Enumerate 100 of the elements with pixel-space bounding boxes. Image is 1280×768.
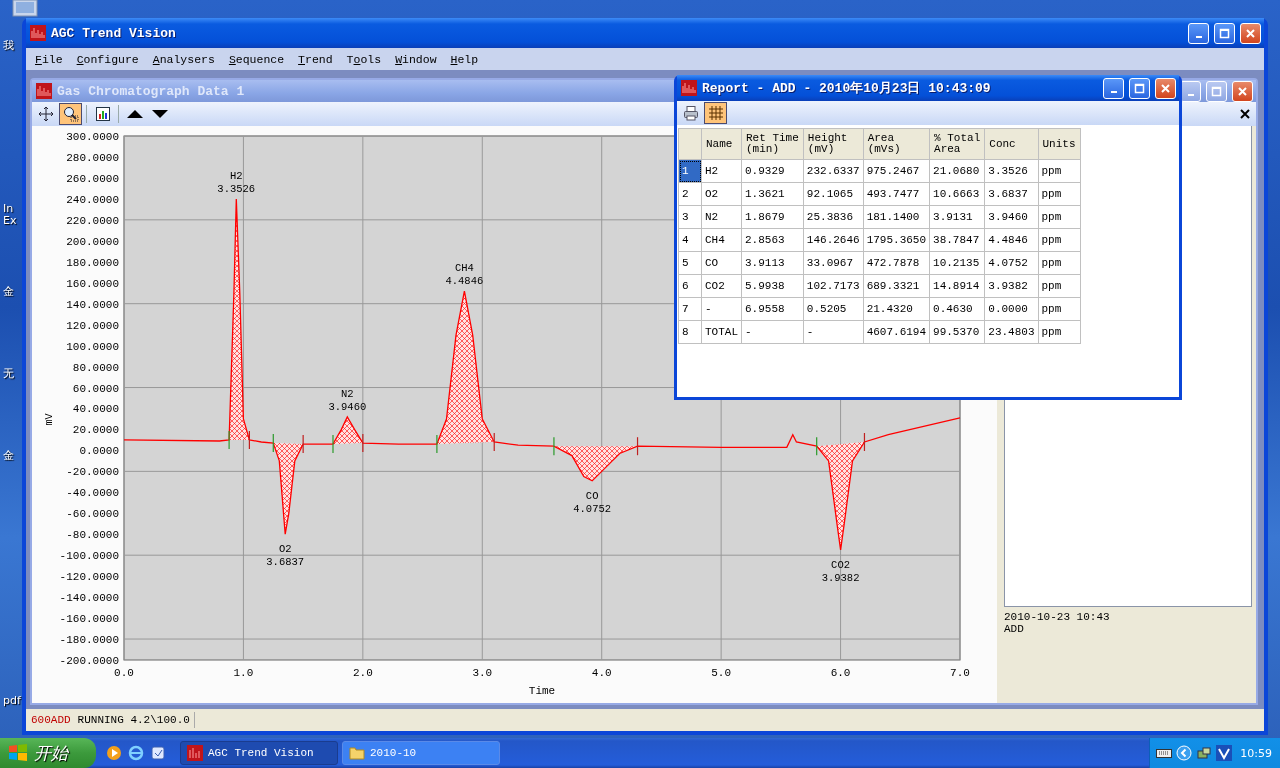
table-cell: 10.6663 (929, 182, 985, 206)
table-cell: 102.7173 (803, 274, 864, 298)
y-tick-label: 60.0000 (72, 382, 119, 395)
row-number[interactable]: 8 (678, 320, 702, 344)
taskbar-button[interactable]: AGC Trend Vision (180, 741, 338, 765)
table-cell: 975.2467 (863, 159, 930, 183)
up-triangle-icon (126, 109, 143, 119)
close-button[interactable] (1232, 80, 1253, 102)
app-logo-icon (36, 83, 52, 99)
menu-item[interactable]: Analysers (145, 52, 222, 66)
menu-item[interactable]: Trend (291, 52, 340, 66)
x-tick-label: 4.0 (591, 667, 612, 679)
row-number[interactable]: 7 (678, 297, 702, 321)
row-number[interactable]: 3 (678, 205, 702, 229)
row-number[interactable]: 2 (678, 182, 702, 206)
minimize-button[interactable] (1188, 22, 1209, 44)
minimize-button[interactable] (1180, 80, 1201, 102)
x-tick-label: 3.0 (472, 667, 493, 679)
maximize-button[interactable] (1129, 77, 1150, 99)
peak-end-marker (493, 432, 495, 452)
table-cell: CO2 (701, 274, 742, 298)
desktop-icon-label: In (3, 202, 14, 215)
table-cell: - (701, 297, 742, 321)
table-cell: 493.7477 (863, 182, 930, 206)
close-button[interactable] (1155, 77, 1176, 99)
down-triangle-icon (151, 109, 168, 119)
table-cell: 92.1065 (803, 182, 864, 206)
desktop-icon-label: 无 (3, 366, 14, 381)
desktop-computer-icon (10, 0, 40, 18)
peak-label: CH4 4.4846 (445, 262, 484, 288)
y-tick-label: -200.0000 (59, 655, 119, 667)
peak-start-marker (553, 436, 555, 456)
table-cell: 472.7878 (863, 251, 930, 275)
row-number[interactable]: 5 (678, 251, 702, 275)
peak-end-marker (863, 432, 866, 452)
window-title: AGC Trend Vision (51, 25, 176, 41)
close-button[interactable] (1240, 22, 1261, 44)
x-tick-label: 6.0 (830, 667, 851, 679)
menu-item[interactable]: Tools (339, 52, 389, 66)
peak-start-marker (816, 436, 818, 456)
close-icon (1237, 85, 1248, 97)
shield-icon[interactable] (1216, 745, 1233, 761)
menu-item[interactable]: Configure (69, 52, 146, 66)
table-cell: 33.0967 (803, 251, 864, 275)
network-icon[interactable] (1196, 745, 1213, 761)
column-header: % Total Area (929, 128, 985, 160)
y-tick-label: 280.0000 (66, 151, 119, 164)
peak-start-marker (228, 430, 230, 450)
corner-header (678, 128, 702, 160)
table-cell: 5.9938 (741, 274, 804, 298)
y-tick-label: -80.0000 (66, 529, 119, 542)
table-cell: 181.1400 (863, 205, 930, 229)
table-cell: 21.0680 (929, 159, 985, 183)
menu-item[interactable]: Window (388, 52, 444, 66)
browser-icon[interactable] (128, 745, 144, 761)
column-header: Ret Time (min) (741, 128, 804, 160)
table-cell: CH4 (701, 228, 742, 252)
minimize-icon (1110, 91, 1117, 93)
menu-item[interactable]: File (28, 52, 70, 66)
y-tick-label: -60.0000 (66, 508, 119, 521)
table-cell: 6.9558 (741, 297, 804, 321)
row-number[interactable]: 4 (678, 228, 702, 252)
minimize-icon (1195, 36, 1202, 38)
table-cell: ppm (1038, 320, 1080, 344)
media-player-icon[interactable] (106, 745, 122, 761)
table-cell: 3.9131 (929, 205, 985, 229)
row-number[interactable]: 1 (678, 159, 702, 183)
x-tick-label: 1.0 (233, 667, 254, 679)
maximize-icon (1211, 85, 1222, 97)
keyboard-icon[interactable] (1156, 747, 1173, 759)
y-axis-title: mV (44, 413, 55, 426)
chart-icon (94, 106, 111, 122)
table-cell: ppm (1038, 159, 1080, 183)
y-tick-label: -40.0000 (66, 487, 119, 500)
table-cell: ppm (1038, 251, 1080, 275)
close-icon (1160, 82, 1171, 94)
close-icon[interactable] (1240, 109, 1250, 119)
y-tick-label: -100.0000 (59, 550, 119, 563)
minimize-button[interactable] (1103, 77, 1124, 99)
y-tick-label: 140.0000 (66, 298, 119, 311)
column-header: Height (mV) (803, 128, 864, 160)
y-tick-label: 120.0000 (66, 319, 119, 332)
desktop-icon-label: pdf (3, 694, 21, 707)
start-button[interactable]: 开始 (0, 738, 96, 768)
grid-tool-button[interactable] (704, 102, 727, 124)
table-cell: 3.9460 (984, 205, 1038, 229)
y-tick-label: 200.0000 (66, 235, 119, 248)
run-info-text: ADD (1004, 623, 1025, 635)
y-tick-label: 160.0000 (66, 277, 119, 290)
y-tick-label: 300.0000 (66, 131, 119, 143)
row-number[interactable]: 6 (678, 274, 702, 298)
peak-end-marker (636, 436, 639, 456)
menu-item[interactable]: Sequence (221, 52, 292, 66)
maximize-button[interactable] (1214, 22, 1235, 44)
desktop-icon[interactable] (150, 745, 166, 761)
chart-window-title: Gas Chromatograph Data 1 (57, 83, 245, 99)
table-cell: 14.8914 (929, 274, 985, 298)
zoom-tool-button[interactable] (59, 103, 82, 125)
menu-item[interactable]: Help (443, 52, 486, 66)
taskbar-button[interactable]: 2010-10 (342, 741, 500, 765)
